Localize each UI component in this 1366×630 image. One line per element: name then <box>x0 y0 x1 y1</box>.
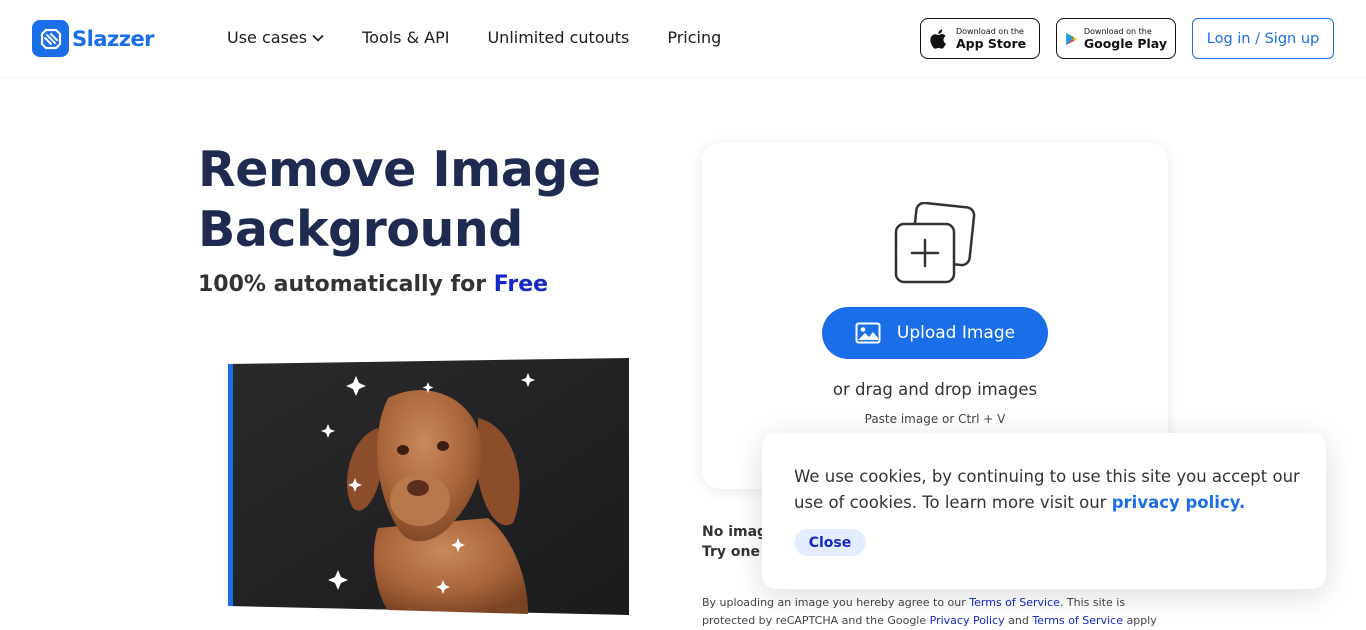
legal-prefix: By uploading an image you hereby agree t… <box>702 596 970 609</box>
login-signup-button[interactable]: Log in / Sign up <box>1192 18 1334 59</box>
nav-unlimited-cutouts-label: Unlimited cutouts <box>487 28 630 47</box>
slazzer-logo-icon <box>32 20 69 57</box>
apple-icon <box>930 29 946 49</box>
paste-hint: Paste image or Ctrl + V <box>864 412 1006 426</box>
image-icon <box>855 322 881 344</box>
google-play-button[interactable]: Download on the Google Play <box>1056 18 1176 59</box>
app-store-small-text: Download on the <box>956 26 1024 36</box>
cookie-privacy-link[interactable]: privacy policy. <box>1112 493 1246 512</box>
terms-of-service-link-2[interactable]: Terms of Service <box>1032 614 1123 627</box>
legal-notice: By uploading an image you hereby agree t… <box>702 594 1172 630</box>
add-images-icon <box>894 202 976 284</box>
google-play-icon <box>1066 32 1077 45</box>
hero-subtitle-free: Free <box>493 272 549 297</box>
app-store-label: App Store <box>956 35 1027 51</box>
drag-drop-text: or drag and drop images <box>832 380 1038 399</box>
hero-subtitle: 100% automatically for Free <box>198 272 548 297</box>
terms-of-service-link[interactable]: Terms of Service <box>969 596 1060 609</box>
upload-image-button[interactable]: Upload Image <box>822 307 1048 359</box>
nav-tools-api[interactable]: Tools & API <box>362 28 449 47</box>
cookie-banner: We use cookies, by continuing to use thi… <box>762 433 1326 589</box>
site-header: Slazzer Use cases Tools & API Unlimited … <box>0 0 1366 78</box>
privacy-policy-link[interactable]: Privacy Policy <box>930 614 1005 627</box>
cookie-text: We use cookies, by continuing to use thi… <box>794 464 1304 516</box>
google-play-label: Google Play <box>1083 35 1167 51</box>
slazzer-logo[interactable]: Slazzer <box>32 20 155 57</box>
chevron-down-icon <box>312 34 324 42</box>
logo-text: Slazzer <box>72 26 155 51</box>
nav-pricing[interactable]: Pricing <box>667 28 721 47</box>
google-play-small-text: Download on the <box>1083 26 1152 36</box>
legal-and: and <box>1004 614 1033 627</box>
demo-dog-image <box>228 358 629 615</box>
nav-tools-api-label: Tools & API <box>362 28 450 47</box>
nav-unlimited-cutouts[interactable]: Unlimited cutouts <box>487 28 629 47</box>
hero-title: Remove Image Background <box>198 141 601 258</box>
app-store-button[interactable]: Download on the App Store <box>920 18 1040 59</box>
legal-suffix: apply <box>1122 614 1157 627</box>
nav-pricing-label: Pricing <box>667 28 722 47</box>
nav-use-cases[interactable]: Use cases <box>227 28 324 47</box>
hero-subtitle-prefix: 100% automatically for <box>198 272 494 297</box>
upload-image-label: Upload Image <box>896 323 1016 343</box>
nav-use-cases-label: Use cases <box>227 28 308 47</box>
cookie-close-button[interactable]: Close <box>794 529 866 556</box>
main-nav: Use cases Tools & API Unlimited cutouts … <box>227 28 759 47</box>
